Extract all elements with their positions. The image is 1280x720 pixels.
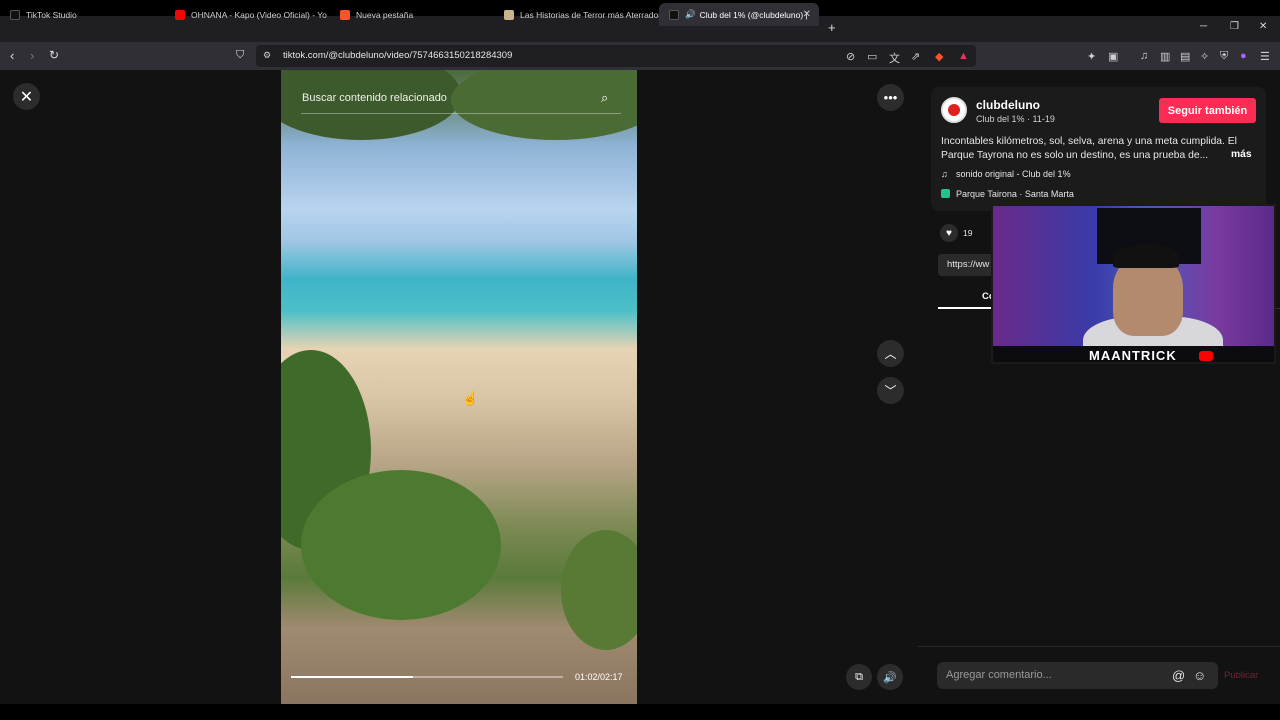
link-text: https://ww bbox=[947, 259, 990, 270]
avatar-logo bbox=[948, 104, 960, 116]
post-description: Incontables kilómetros, sol, selva, aren… bbox=[941, 136, 1237, 161]
floating-player-button[interactable]: ⧉ bbox=[846, 664, 872, 690]
back-icon[interactable]: ‹ bbox=[10, 48, 14, 63]
search-icon[interactable]: ⌕ bbox=[601, 90, 608, 106]
comment-placeholder: Agregar comentario... bbox=[946, 669, 1052, 681]
translate-icon[interactable]: 文 bbox=[889, 50, 900, 66]
more-link[interactable]: más bbox=[1231, 149, 1252, 160]
page-icon bbox=[504, 9, 514, 20]
emoji-icon[interactable]: ☺ bbox=[1193, 668, 1206, 683]
video-progress-fill bbox=[291, 676, 414, 678]
location-label: Parque Tairona · Santa Marta bbox=[956, 189, 1074, 199]
extensions-icon[interactable]: ✦ bbox=[1087, 50, 1096, 63]
foliage-bottom bbox=[301, 470, 501, 620]
profile-icon[interactable]: ● bbox=[1240, 50, 1247, 62]
foliage-right bbox=[561, 530, 637, 650]
publish-button[interactable]: Publicar bbox=[1224, 670, 1258, 681]
webcam-person-cap bbox=[1113, 244, 1179, 268]
brave-icon bbox=[340, 9, 350, 20]
close-tab-icon[interactable]: ✕ bbox=[803, 9, 811, 20]
tab-new-tab[interactable]: Nueva pestaña bbox=[330, 3, 495, 26]
close-video-button[interactable]: ✕ bbox=[13, 83, 40, 110]
tiktok-icon bbox=[669, 9, 679, 20]
follow-button[interactable]: Seguir también bbox=[1159, 98, 1256, 123]
wallet-icon[interactable]: ▤ bbox=[1180, 50, 1190, 63]
tab-active-indicator bbox=[938, 307, 998, 309]
tab-label: Nueva pestaña bbox=[356, 9, 414, 20]
forward-icon[interactable]: › bbox=[30, 48, 34, 63]
url-text: tiktok.com/@clubdeluno/video/75746631502… bbox=[283, 50, 513, 61]
os-bottom-bar bbox=[0, 704, 1280, 720]
menu-icon[interactable]: ☰ bbox=[1260, 50, 1270, 63]
username[interactable]: clubdeluno bbox=[976, 98, 1040, 112]
heart-icon[interactable]: ♥ bbox=[940, 224, 958, 242]
youtube-icon bbox=[175, 9, 185, 20]
more-options-button[interactable]: ••• bbox=[877, 84, 904, 111]
tiktok-icon bbox=[10, 9, 20, 20]
music-icon[interactable]: ♫ bbox=[1140, 50, 1148, 62]
related-search-placeholder: Buscar contenido relacionado bbox=[302, 92, 447, 104]
volume-button[interactable]: 🔊 bbox=[877, 664, 903, 690]
minimize-icon[interactable]: ─ bbox=[1200, 21, 1207, 32]
video-progress-bar[interactable] bbox=[291, 676, 563, 678]
share-icon[interactable]: ⇗ bbox=[911, 50, 920, 63]
vpn-icon[interactable]: ⛨ bbox=[1220, 50, 1228, 63]
tab-label: TikTok Studio bbox=[26, 9, 77, 20]
rewards-icon[interactable]: ▲ bbox=[958, 50, 969, 62]
webcam-person bbox=[1113, 256, 1183, 336]
video-time: 01:02/02:17 bbox=[575, 672, 623, 682]
tab-club-del-1[interactable]: 🔊 Club del 1% (@clubdeluno) | ✕ bbox=[659, 3, 819, 26]
close-window-icon[interactable]: ✕ bbox=[1259, 21, 1267, 32]
mention-icon[interactable]: @ bbox=[1172, 668, 1185, 683]
speaker-icon: 🔊 bbox=[685, 9, 696, 19]
reload-icon[interactable]: ↻ bbox=[49, 48, 59, 62]
cast-icon[interactable]: ▭ bbox=[867, 50, 877, 63]
next-video-button[interactable]: ﹀ bbox=[877, 377, 904, 404]
leo-icon[interactable]: ✧ bbox=[1200, 50, 1209, 63]
no-ai-icon[interactable]: ⊘ bbox=[846, 50, 855, 63]
like-count: 19 bbox=[963, 228, 973, 238]
sidebar-icon[interactable]: ▥ bbox=[1160, 50, 1170, 63]
sound-label: sonido original - Club del 1% bbox=[956, 169, 1071, 179]
youtube-icon bbox=[1199, 351, 1213, 361]
pointer-cursor-icon: ☝ bbox=[462, 391, 479, 406]
location-icon bbox=[941, 189, 950, 198]
screenshot-icon[interactable]: ▣ bbox=[1108, 50, 1118, 63]
brave-shield-icon[interactable]: ◆ bbox=[935, 50, 943, 63]
location-line[interactable]: Parque Tairona · Santa Marta bbox=[941, 189, 1074, 199]
tab-label: OHNANA - Kapo (Video Oficial) - Yo bbox=[191, 9, 327, 20]
music-note-icon: ♫ bbox=[941, 169, 948, 179]
tab-youtube[interactable]: OHNANA - Kapo (Video Oficial) - Yo bbox=[165, 3, 330, 26]
tab-label: Club del 1% (@clubdeluno) | bbox=[699, 9, 808, 20]
restore-icon[interactable]: ❐ bbox=[1230, 21, 1239, 32]
sound-line[interactable]: ♫ sonido original - Club del 1% bbox=[941, 169, 1071, 179]
webcam-label: MAANTRICK bbox=[1089, 348, 1177, 363]
webcam-overlay: MAANTRICK bbox=[991, 204, 1276, 364]
previous-video-button[interactable]: ︿ bbox=[877, 340, 904, 367]
comment-divider bbox=[918, 646, 1280, 647]
new-tab-button[interactable]: + bbox=[828, 20, 836, 35]
tab-tiktok-studio[interactable]: TikTok Studio bbox=[0, 3, 165, 26]
site-settings-icon[interactable]: ⚙ bbox=[263, 50, 271, 61]
account-subline: Club del 1% · 11-19 bbox=[976, 114, 1055, 124]
tab-historias[interactable]: Las Historias de Terror más Aterrador bbox=[494, 3, 659, 26]
bookmark-icon[interactable]: ⛉ bbox=[236, 49, 244, 62]
tab-label: Las Historias de Terror más Aterrador bbox=[520, 9, 659, 20]
video-player[interactable] bbox=[281, 70, 637, 704]
avatar[interactable] bbox=[941, 97, 967, 123]
